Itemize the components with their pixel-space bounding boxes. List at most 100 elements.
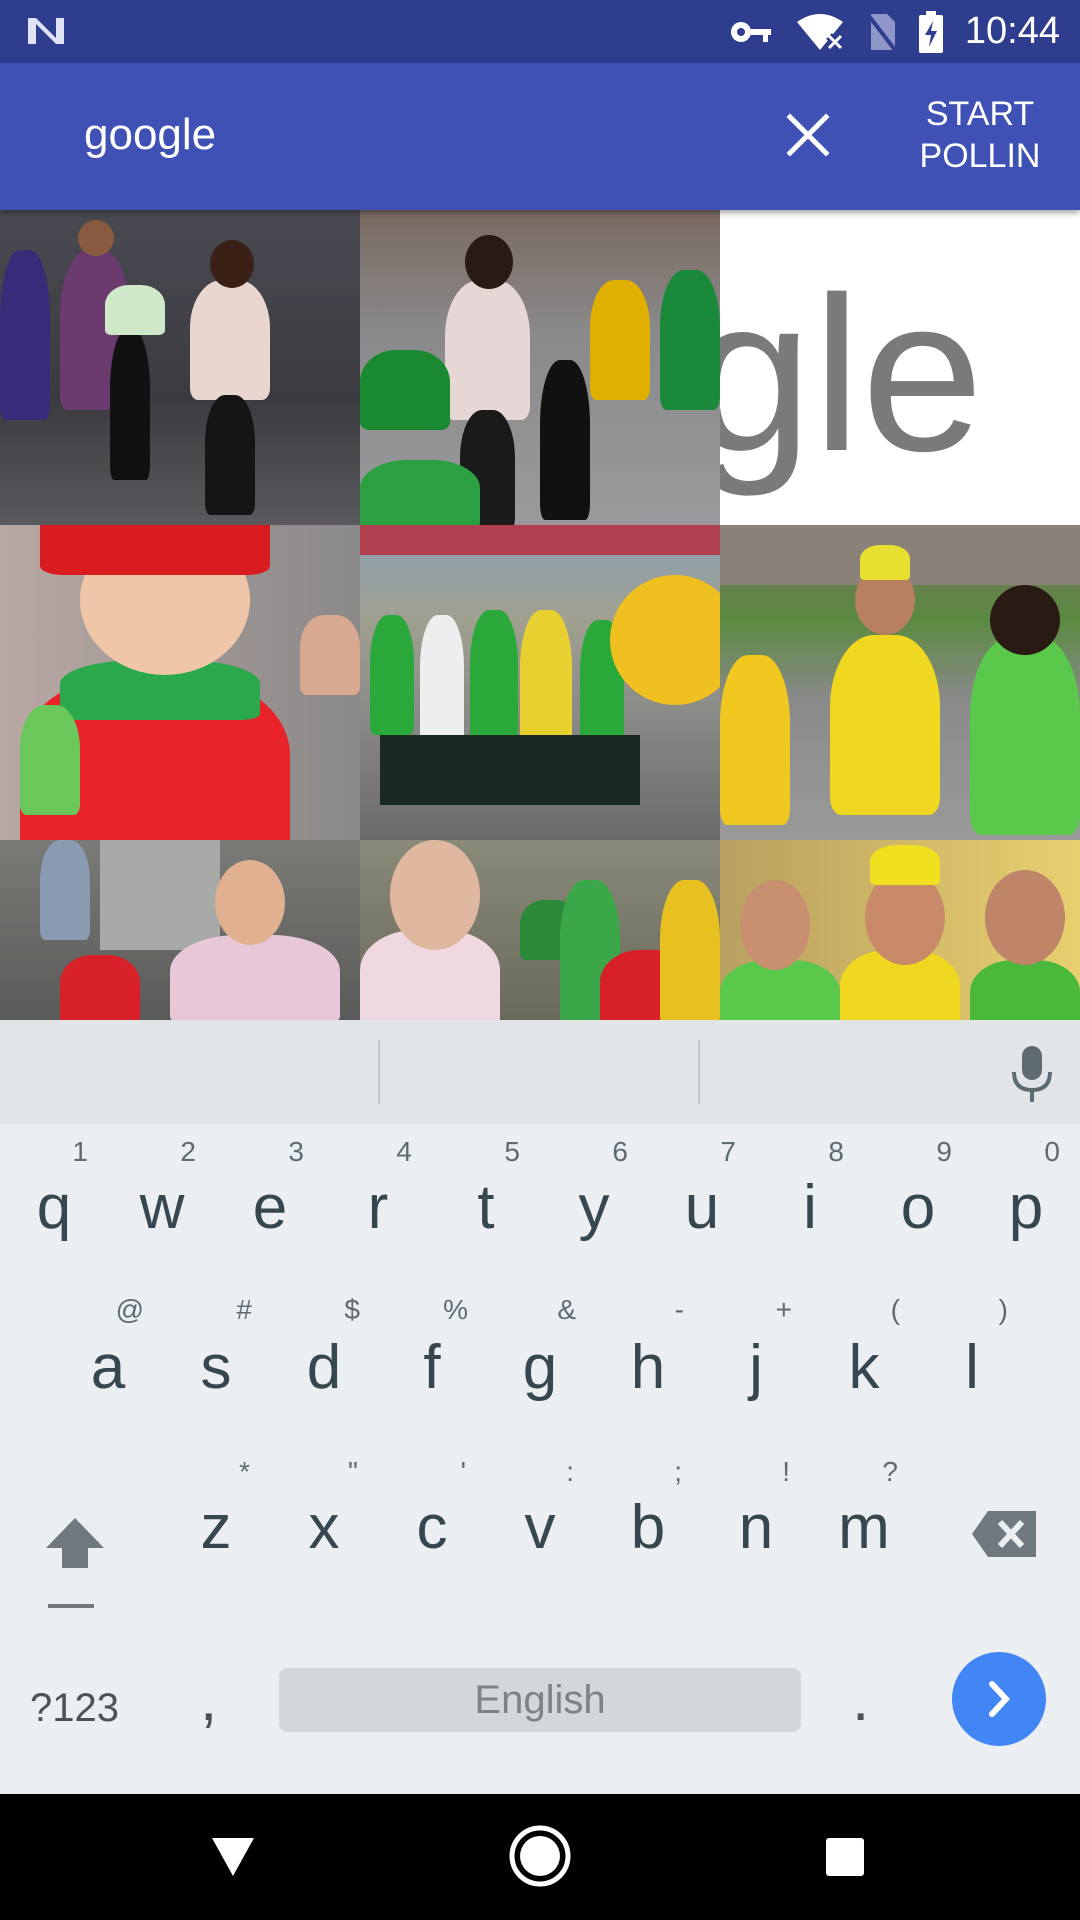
key-s[interactable]: s #	[162, 1284, 270, 1414]
child-shape	[420, 615, 464, 745]
back-triangle-icon[interactable]	[210, 1836, 256, 1878]
key-m[interactable]: m?	[810, 1444, 918, 1574]
key-l[interactable]: l)	[918, 1284, 1026, 1414]
key-v[interactable]: v:	[486, 1444, 594, 1574]
key-t[interactable]: t5	[432, 1124, 540, 1254]
key-u[interactable]: u7	[648, 1124, 756, 1254]
key-e[interactable]: e3	[216, 1124, 324, 1254]
key-hint: 4	[396, 1136, 412, 1167]
head-shape	[465, 235, 513, 289]
start-polling-line2: POLLIN	[919, 137, 1041, 175]
legs-shape	[205, 395, 255, 515]
home-circle-icon[interactable]	[508, 1824, 572, 1888]
chevron-right-icon	[989, 1681, 1011, 1717]
image-result[interactable]	[0, 525, 360, 840]
key-x[interactable]: x "	[270, 1444, 378, 1574]
key-h[interactable]: h-	[594, 1284, 702, 1414]
key-letter: k	[848, 1333, 880, 1402]
head-shape	[210, 240, 254, 288]
image-result[interactable]	[720, 525, 1080, 840]
face-shape	[215, 860, 285, 945]
child-shape	[540, 360, 590, 520]
hand-shape	[300, 615, 360, 695]
image-result[interactable]	[0, 210, 360, 525]
key-letter: s	[200, 1333, 232, 1402]
key-z[interactable]: z *	[162, 1444, 270, 1574]
key-hint: $	[344, 1294, 360, 1325]
hat-shape	[860, 545, 910, 580]
go-key[interactable]	[952, 1652, 1046, 1746]
child-shape	[470, 610, 518, 745]
key-letter: a	[90, 1333, 126, 1402]
key-w[interactable]: w2	[108, 1124, 216, 1254]
space-bar[interactable]: English	[279, 1668, 801, 1732]
vpn-key-icon	[730, 21, 771, 42]
key-letter: w	[139, 1173, 185, 1242]
start-polling-line1: START	[925, 95, 1035, 133]
key-hint: !	[782, 1456, 790, 1487]
backspace-key[interactable]	[970, 1509, 1040, 1559]
child-shape	[520, 610, 572, 755]
key-k[interactable]: k(	[810, 1284, 918, 1414]
image-result[interactable]	[0, 840, 360, 1020]
comma-key[interactable]: ,	[200, 1664, 217, 1735]
image-results-grid: gle	[0, 210, 1080, 1020]
search-input[interactable]	[84, 110, 684, 160]
key-hint: #	[236, 1294, 252, 1325]
head-shape	[78, 220, 114, 256]
shift-key[interactable]	[40, 1504, 110, 1614]
microphone-icon[interactable]	[1008, 1044, 1056, 1104]
shirt-shape	[970, 960, 1080, 1020]
key-letter: j	[749, 1333, 763, 1402]
key-j[interactable]: j +	[702, 1284, 810, 1414]
key-letter: h	[630, 1333, 666, 1402]
legs-shape	[380, 735, 640, 805]
key-n[interactable]: n!	[702, 1444, 810, 1574]
key-g[interactable]: g &	[486, 1284, 594, 1414]
symbols-key[interactable]: ?123	[30, 1686, 119, 1731]
image-result[interactable]	[360, 840, 720, 1020]
image-result[interactable]	[720, 840, 1080, 1020]
suggestion-divider	[698, 1040, 700, 1104]
costume-shape	[830, 635, 940, 815]
key-letter: i	[803, 1173, 817, 1242]
key-hint: 5	[504, 1136, 520, 1167]
key-letter: m	[838, 1493, 890, 1562]
start-polling-button[interactable]: START POLLIN	[905, 93, 1055, 177]
key-a[interactable]: a @	[54, 1284, 162, 1414]
recents-square-icon[interactable]	[826, 1838, 864, 1876]
shutter-shape	[100, 840, 220, 950]
key-d[interactable]: d $	[270, 1284, 378, 1414]
period-key[interactable]: .	[852, 1664, 869, 1735]
key-hint: '	[460, 1456, 466, 1487]
key-f[interactable]: f%	[378, 1284, 486, 1414]
navigation-bar	[0, 1794, 1080, 1920]
image-result[interactable]	[360, 210, 720, 525]
key-r[interactable]: r4	[324, 1124, 432, 1254]
child-shape	[110, 330, 150, 480]
key-o[interactable]: o9	[864, 1124, 972, 1254]
key-letter: r	[367, 1173, 389, 1242]
key-letter: l	[965, 1333, 979, 1402]
key-hint: 1	[72, 1136, 88, 1167]
key-q[interactable]: q1	[0, 1124, 108, 1254]
image-result[interactable]	[360, 525, 720, 840]
hat-shape	[870, 845, 940, 885]
key-hint: *	[239, 1456, 250, 1487]
key-letter: y	[578, 1173, 610, 1242]
app-bar: START POLLIN	[0, 63, 1080, 210]
key-letter: p	[1008, 1173, 1044, 1242]
key-p[interactable]: p0	[972, 1124, 1080, 1254]
key-y[interactable]: y6	[540, 1124, 648, 1254]
face-shape	[390, 840, 480, 950]
person-shape	[190, 280, 270, 400]
key-b[interactable]: b;	[594, 1444, 702, 1574]
image-result[interactable]: gle	[720, 210, 1080, 525]
key-hint: +	[775, 1294, 792, 1325]
key-i[interactable]: i8	[756, 1124, 864, 1254]
key-c[interactable]: c '	[378, 1444, 486, 1574]
clear-search-button[interactable]	[778, 105, 838, 165]
key-hint: 7	[720, 1136, 736, 1167]
key-letter: d	[306, 1333, 342, 1402]
key-hint: -	[674, 1294, 684, 1325]
